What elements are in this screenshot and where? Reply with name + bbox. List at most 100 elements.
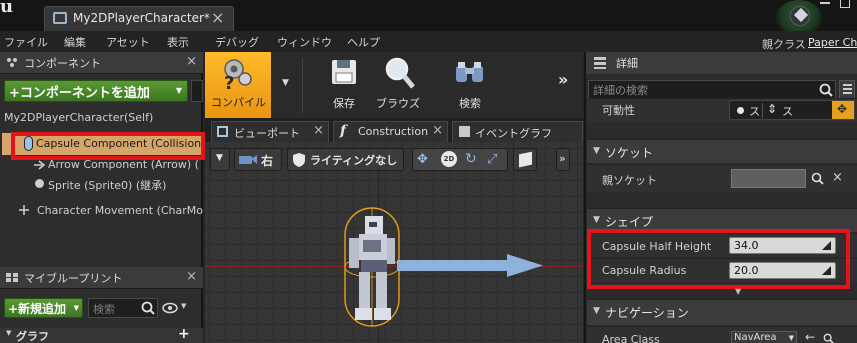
toolbar-overflow-icon[interactable]: » xyxy=(558,70,568,89)
window-controls[interactable] xyxy=(812,0,857,14)
tab-construction[interactable]: f Construction × xyxy=(333,121,448,142)
mobility-static-label[interactable]: ス xyxy=(749,103,760,119)
add-component-label: +コンポーネントを追加 xyxy=(9,86,150,101)
mobility-stationary-label[interactable]: ス xyxy=(782,103,793,119)
close-panel-icon[interactable]: × xyxy=(186,54,197,69)
movable-option-selected[interactable]: ✥ xyxy=(832,101,854,119)
function-icon: f xyxy=(340,123,347,139)
menu-asset[interactable]: アセット xyxy=(106,34,150,50)
viewport-icon xyxy=(217,126,228,137)
minimize-icon[interactable] xyxy=(820,2,830,4)
add-component-button[interactable]: +コンポーネントを追加 ▼ xyxy=(4,80,188,102)
parent-socket-field[interactable] xyxy=(731,169,806,188)
camera-speed-button[interactable] xyxy=(513,148,537,171)
viewport-toolbar: ▼ 右 ライティングなし ✥ 2D ↻ ⤢ » xyxy=(210,148,580,172)
svg-text:?: ? xyxy=(224,73,234,90)
area-class-dropdown[interactable]: NavArea ▼ xyxy=(731,331,797,343)
compile-label: コンパイル xyxy=(211,96,266,109)
property-matrix-button[interactable] xyxy=(839,80,855,99)
menu-help[interactable]: ヘルプ xyxy=(347,34,380,50)
stationary-icon[interactable]: ⇕ xyxy=(767,102,777,116)
shape-category-title: シェイプ xyxy=(605,215,654,229)
socket-category-header[interactable]: ▼ ソケット xyxy=(587,139,857,163)
movement-icon xyxy=(19,205,29,215)
my-blueprint-panel-title: マイブループリント xyxy=(24,272,123,285)
menu-file[interactable]: ファイル xyxy=(4,34,48,50)
magnifier-icon xyxy=(385,57,415,89)
use-selected-asset-icon[interactable]: ← xyxy=(805,330,815,343)
rotate-tool-icon[interactable]: ↻ xyxy=(465,151,477,167)
advanced-expand-icon[interactable]: ▼ xyxy=(735,287,741,296)
details-search-input[interactable]: 詳細の検索 xyxy=(588,80,836,99)
view-mode-button[interactable]: 右 xyxy=(234,148,282,171)
arrow-component-icon xyxy=(34,160,46,170)
search-icon xyxy=(141,301,155,315)
tree-item-arrow-component[interactable]: Arrow Component (Arrow) ( xyxy=(48,158,199,171)
area-class-value: NavArea xyxy=(734,332,777,343)
menu-debug[interactable]: デバッグ xyxy=(215,34,259,50)
tree-item-character-movement[interactable]: Character Movement (CharMo xyxy=(37,204,203,217)
tab-event-graph-label: イベントグラフ xyxy=(475,127,552,140)
compile-gear-icon: ? xyxy=(224,59,252,90)
area-class-label: Area Class xyxy=(602,333,660,343)
parent-class-link[interactable]: Paper Ch xyxy=(808,36,857,49)
chevron-down-icon: ▼ xyxy=(788,334,794,342)
details-panel-header: 詳細 xyxy=(586,52,857,74)
tab-viewport[interactable]: ビューポート × xyxy=(211,121,329,142)
viewport-canvas[interactable] xyxy=(205,142,583,343)
scale-tool-icon[interactable]: ⤢ xyxy=(487,152,497,167)
blueprint-search-input[interactable]: 検索 xyxy=(88,298,158,318)
clear-socket-icon[interactable]: × xyxy=(832,170,843,185)
close-tab-icon[interactable]: × xyxy=(432,123,443,138)
binoculars-icon xyxy=(456,62,483,82)
graph-section-header[interactable]: ▼ グラフ + xyxy=(0,326,203,343)
menu-edit[interactable]: 編集 xyxy=(64,34,86,50)
blueprint-panel-icon xyxy=(6,273,18,282)
menu-view[interactable]: 表示 xyxy=(167,34,189,50)
camera-icon xyxy=(239,155,257,164)
viewport-options-button[interactable]: ▼ xyxy=(210,148,230,171)
lighting-mode-label: ライティングなし xyxy=(310,154,398,167)
parent-class-label: 親クラス xyxy=(762,38,806,51)
add-new-label: +新規追加 xyxy=(8,302,67,316)
tree-item-self[interactable]: My2DPlayerCharacter(Self) xyxy=(4,111,153,124)
menu-window[interactable]: ウィンドウ xyxy=(277,34,332,50)
components-icon xyxy=(7,58,17,67)
world-2d-icon[interactable]: 2D xyxy=(441,151,457,167)
document-tab[interactable]: My2DPlayerCharacter* × xyxy=(44,6,234,31)
close-panel-icon[interactable]: × xyxy=(186,269,197,284)
movable-icon: ✥ xyxy=(837,102,848,116)
search-icon[interactable] xyxy=(823,333,834,343)
search-icon[interactable] xyxy=(811,172,824,185)
navigation-category-header[interactable]: ▼ ナビゲーション xyxy=(587,299,857,325)
segment-divider xyxy=(762,103,763,118)
tab-event-graph[interactable]: イベントグラフ xyxy=(452,121,583,142)
chevron-down-icon[interactable]: ▼ xyxy=(181,302,186,310)
close-tab-icon[interactable]: × xyxy=(211,8,224,27)
maximize-icon[interactable] xyxy=(840,0,850,8)
unreal-logo-icon: u xyxy=(0,0,14,17)
components-panel-title: コンポーネント xyxy=(24,57,101,70)
collapse-arrow-icon: ▼ xyxy=(593,215,600,225)
viewport-more-button[interactable]: » xyxy=(556,148,570,171)
shape-highlight-box xyxy=(587,229,850,289)
search-icon xyxy=(819,83,833,97)
close-tab-icon[interactable]: × xyxy=(313,123,324,138)
player-sprite xyxy=(349,216,395,320)
add-new-button[interactable]: +新規追加 ▼ xyxy=(4,298,83,318)
visibility-eye-icon[interactable] xyxy=(162,301,180,315)
find-label: 検索 xyxy=(459,97,481,110)
lighting-shield-icon xyxy=(293,153,305,167)
move-tool-icon[interactable]: ✥ xyxy=(417,152,428,167)
tree-item-sprite[interactable]: Sprite (Sprite0) (継承) xyxy=(48,177,166,193)
component-search-input[interactable] xyxy=(191,80,203,102)
cube-icon xyxy=(793,7,809,23)
static-icon[interactable] xyxy=(737,107,744,114)
collapse-arrow-icon: ▼ xyxy=(593,306,600,316)
compile-options-dropdown[interactable]: ▼ xyxy=(272,52,302,118)
search-placeholder: 検索 xyxy=(93,303,115,316)
lighting-mode-button[interactable]: ライティングなし xyxy=(287,148,404,171)
collapse-arrow-icon: ▼ xyxy=(6,329,12,337)
forward-direction-arrow xyxy=(397,254,543,277)
add-graph-icon[interactable]: + xyxy=(178,326,190,342)
